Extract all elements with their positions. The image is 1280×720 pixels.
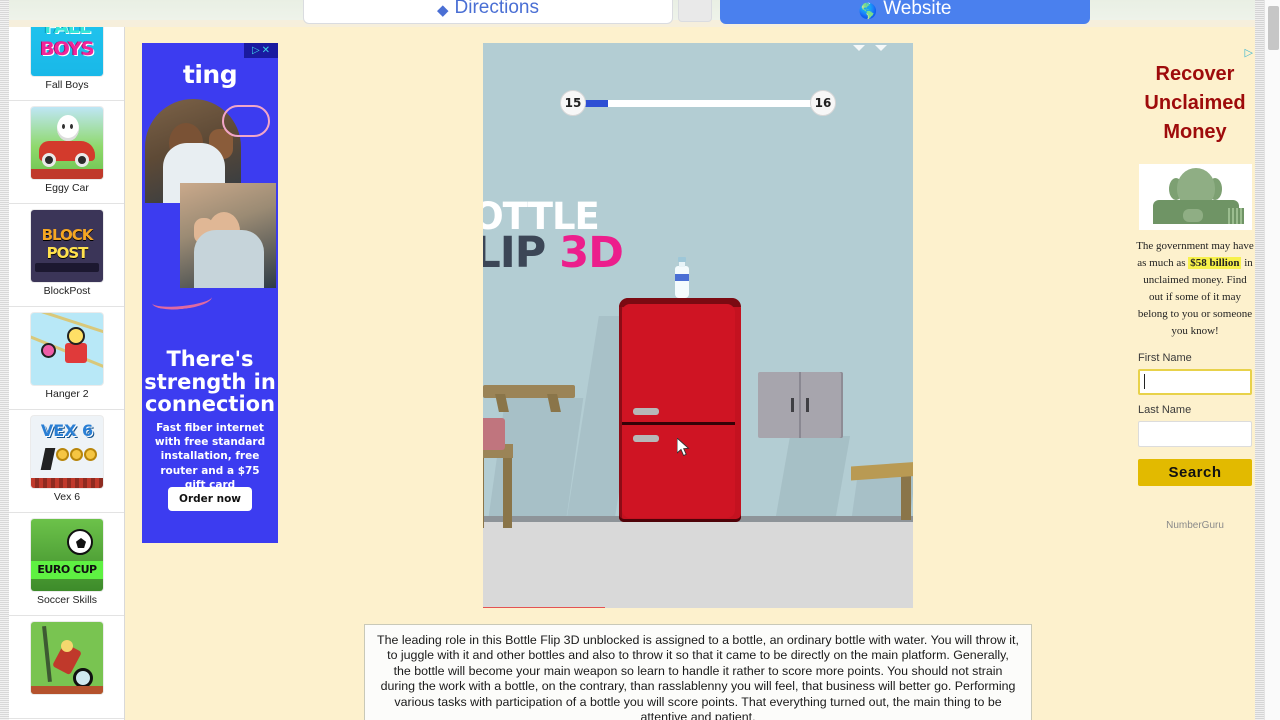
sidebar-item-next-game[interactable] xyxy=(9,616,124,719)
sidebar-item-label: Hanger 2 xyxy=(45,388,89,400)
sidebar-item-hanger-2[interactable]: Hanger 2 xyxy=(9,307,124,410)
last-name-field[interactable] xyxy=(1138,421,1252,447)
right-edge-strip xyxy=(1255,0,1264,720)
search-button[interactable]: Search xyxy=(1138,459,1252,486)
right-ad-title-line1: Recover xyxy=(1155,63,1235,85)
directions-diamond-icon: ◆ xyxy=(436,2,449,19)
left-ad-banner[interactable]: ▷ ✕ ting There's strength in connection … xyxy=(142,43,278,543)
text-caret xyxy=(1144,374,1145,389)
website-label: Website xyxy=(883,0,952,19)
sidebar-item-vex-6[interactable]: VEX 6 Vex 6 xyxy=(9,410,124,513)
order-now-button[interactable]: Order now xyxy=(168,487,252,511)
fridge-base-glow xyxy=(483,607,605,608)
water-bottle[interactable] xyxy=(675,257,689,298)
scrollbar-thumb[interactable] xyxy=(1268,6,1279,50)
sidebar-item-soccer-skills[interactable]: EURO CUP Soccer Skills xyxy=(9,513,124,616)
decorative-squiggle xyxy=(151,287,213,313)
current-level-badge: 15 xyxy=(560,90,586,116)
last-name-label: Last Name xyxy=(1138,404,1192,416)
hanger-2-thumbnail xyxy=(31,313,103,385)
fridge-platform xyxy=(619,298,741,522)
thumb-word-1: VEX 6 xyxy=(40,421,94,440)
slider-track xyxy=(580,100,816,107)
thumb-word-2: POST xyxy=(46,244,89,262)
right-ad-title-line3: Money xyxy=(1163,121,1227,143)
thumb-word-1: BLOCK xyxy=(41,226,94,244)
table-leg xyxy=(901,472,911,520)
game-description-text: The leading role in this Bottle Flip 3D … xyxy=(377,633,1019,720)
globe-icon: 🌎 xyxy=(858,3,878,20)
right-ad-panel[interactable]: ▷ Recover Unclaimed Money The government… xyxy=(1133,42,1257,542)
game-title-line2a: FLIP xyxy=(483,228,546,279)
game-canvas[interactable]: 15 16 BOTTLE FLIP 3D xyxy=(483,43,913,608)
ad-headline: There's strength in connection xyxy=(144,347,276,417)
blockpost-thumbnail: BLOCK POST xyxy=(31,210,103,282)
page-scrollbar[interactable] xyxy=(1264,0,1280,720)
game-title-line2b: 3D xyxy=(559,228,624,279)
vex-6-thumbnail: VEX 6 xyxy=(31,416,103,488)
map-bar-divider xyxy=(678,0,712,22)
ad-subtext: Fast fiber internet with free standard i… xyxy=(154,422,266,491)
ad-photo-woman xyxy=(180,183,276,288)
ad-choices-icon[interactable]: ▷ xyxy=(252,45,260,56)
website-button[interactable]: 🌎 Website xyxy=(720,0,1090,24)
thumb-word-2: BOYS xyxy=(40,38,94,60)
sidebar-item-label: Eggy Car xyxy=(45,182,89,194)
thumb-word-1: EURO CUP xyxy=(37,563,97,576)
cabinet-shadow xyxy=(775,436,851,516)
game-sidebar: FALL BOYS Fall Boys Eggy Car BLOCK POST … xyxy=(9,0,125,720)
ting-logo: ting xyxy=(182,60,238,89)
sidebar-item-label: BlockPost xyxy=(43,285,91,297)
sidebar-item-blockpost[interactable]: BLOCK POST BlockPost xyxy=(9,204,124,307)
directions-button[interactable]: ◆ Directions xyxy=(303,0,673,24)
page-root: FALL BOYS Fall Boys Eggy Car BLOCK POST … xyxy=(0,0,1280,720)
game-description-box: The leading role in this Bottle Flip 3D … xyxy=(364,624,1032,720)
directions-label: Directions xyxy=(454,0,540,18)
wall-cabinet xyxy=(758,372,843,438)
ad-choices-icon[interactable]: ▷ xyxy=(1245,48,1253,59)
eggy-car-thumbnail xyxy=(31,107,103,179)
right-ad-title: Recover Unclaimed Money xyxy=(1133,60,1257,147)
next-level-badge: 16 xyxy=(810,90,836,116)
ad-brand-label: NumberGuru xyxy=(1166,520,1224,531)
adchoices-controls[interactable]: ▷ ✕ xyxy=(244,43,278,58)
body-highlight: $58 billion xyxy=(1188,257,1242,270)
sidebar-item-label: Fall Boys xyxy=(45,79,89,91)
first-name-field[interactable] xyxy=(1138,369,1252,395)
next-game-thumbnail xyxy=(31,622,103,694)
game-title: BOTTLE FLIP 3D xyxy=(483,198,645,275)
chevron-down-icon xyxy=(843,43,887,56)
sidebar-item-label: Vex 6 xyxy=(53,491,81,503)
right-ad-title-line2: Unclaimed xyxy=(1144,92,1246,114)
level-progress-slider[interactable]: 15 16 xyxy=(560,90,836,116)
body-part-2: in unclaimed money. Find out if some of … xyxy=(1137,257,1253,338)
game-floor xyxy=(483,521,913,608)
map-action-bar: ◆ Directions 🌎 Website xyxy=(0,0,1280,27)
sidebar-item-eggy-car[interactable]: Eggy Car xyxy=(9,101,124,204)
soccer-skills-thumbnail: EURO CUP xyxy=(31,519,103,591)
right-ad-body-text: The government may have as much as $58 b… xyxy=(1135,238,1255,340)
sidebar-item-label: Soccer Skills xyxy=(36,594,98,606)
speech-bubble-icon xyxy=(222,105,270,137)
chair-object xyxy=(483,418,517,530)
george-washington-icon xyxy=(1139,164,1252,230)
first-name-label: First Name xyxy=(1138,352,1192,364)
left-edge-strip xyxy=(0,0,9,720)
close-icon[interactable]: ✕ xyxy=(262,45,270,56)
